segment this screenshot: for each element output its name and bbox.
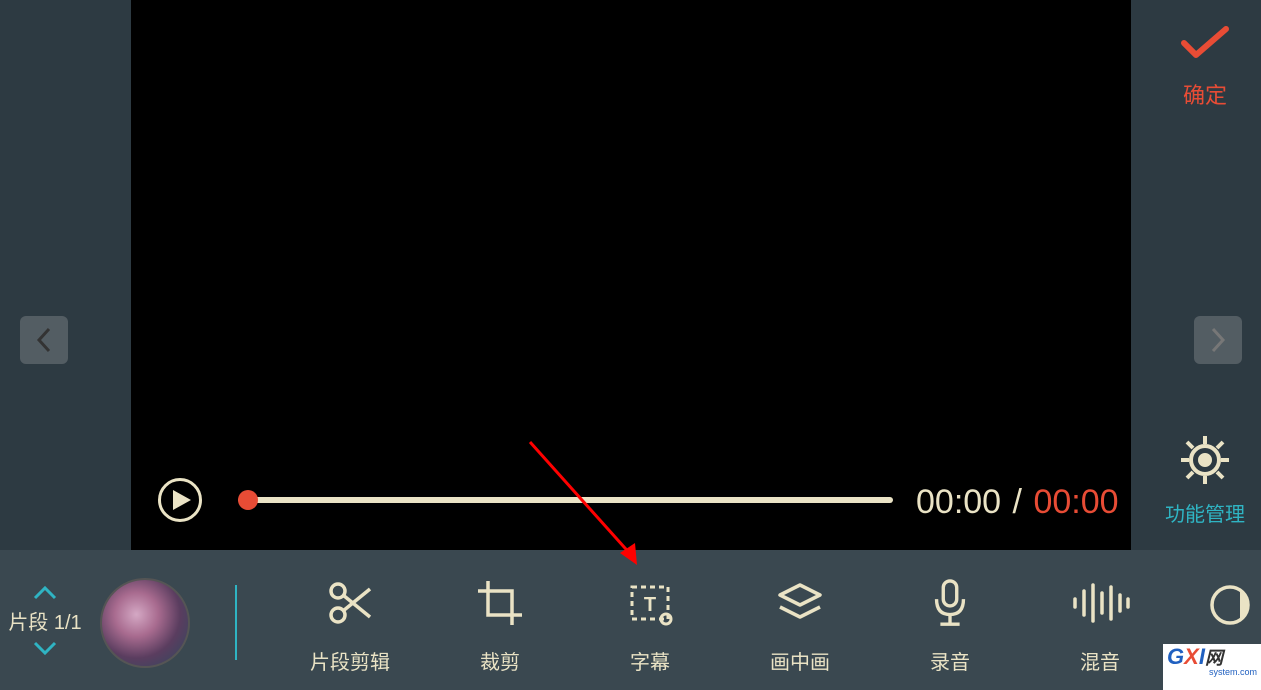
crop-icon <box>476 578 524 628</box>
chevron-down-icon <box>33 641 57 655</box>
play-button[interactable] <box>158 478 202 522</box>
toolbar: 片段 1/1 片段剪辑 裁剪 <box>0 550 1261 690</box>
segment-selector[interactable]: 片段 1/1 <box>0 550 90 690</box>
time-total: 00:00 <box>1033 483 1118 521</box>
watermark: GXI网 system.com <box>1163 644 1261 690</box>
nav-next-button[interactable] <box>1194 316 1242 364</box>
tool-record[interactable]: 录音 <box>890 578 1010 675</box>
tool-label: 裁剪 <box>440 646 560 675</box>
clip-thumbnail[interactable] <box>100 578 190 668</box>
time-current: 00:00 <box>916 483 1001 521</box>
time-display: 00:00 / 00:00 <box>916 483 1119 522</box>
svg-text:T: T <box>644 594 656 616</box>
toolbar-divider <box>235 585 237 660</box>
tool-mix[interactable]: 混音 <box>1040 578 1160 675</box>
progress-track[interactable] <box>238 497 893 503</box>
tool-label: 混音 <box>1040 646 1160 675</box>
tool-clip-edit[interactable]: 片段剪辑 <box>290 578 410 675</box>
video-preview <box>131 0 1131 550</box>
tool-label: 字幕 <box>590 646 710 675</box>
check-icon <box>1180 25 1230 60</box>
waveform-icon <box>1070 578 1130 628</box>
tool-filter[interactable] <box>1210 580 1260 635</box>
confirm-button[interactable]: 确定 <box>1165 25 1245 110</box>
tool-crop[interactable]: 裁剪 <box>440 578 560 675</box>
tool-pip[interactable]: 画中画 <box>740 578 860 675</box>
chevron-left-icon <box>36 327 52 353</box>
subtitle-icon: T <box>626 578 674 628</box>
overlap-circles-icon <box>1210 580 1260 630</box>
play-icon <box>173 490 191 510</box>
gear-icon <box>1177 432 1233 488</box>
scissors-icon <box>326 578 374 628</box>
tool-label: 录音 <box>890 646 1010 675</box>
tool-label: 片段剪辑 <box>290 646 410 675</box>
confirm-label: 确定 <box>1165 78 1245 110</box>
settings-button[interactable]: 功能管理 <box>1155 432 1255 527</box>
settings-label: 功能管理 <box>1155 498 1255 527</box>
progress-thumb[interactable] <box>238 490 258 510</box>
microphone-icon <box>930 578 970 628</box>
segment-label: 片段 1/1 <box>8 606 81 635</box>
chevron-up-icon <box>33 586 57 600</box>
layers-icon <box>774 578 826 628</box>
tool-subtitle[interactable]: T 字幕 <box>590 578 710 675</box>
chevron-right-icon <box>1210 327 1226 353</box>
tool-label: 画中画 <box>740 646 860 675</box>
nav-prev-button[interactable] <box>20 316 68 364</box>
